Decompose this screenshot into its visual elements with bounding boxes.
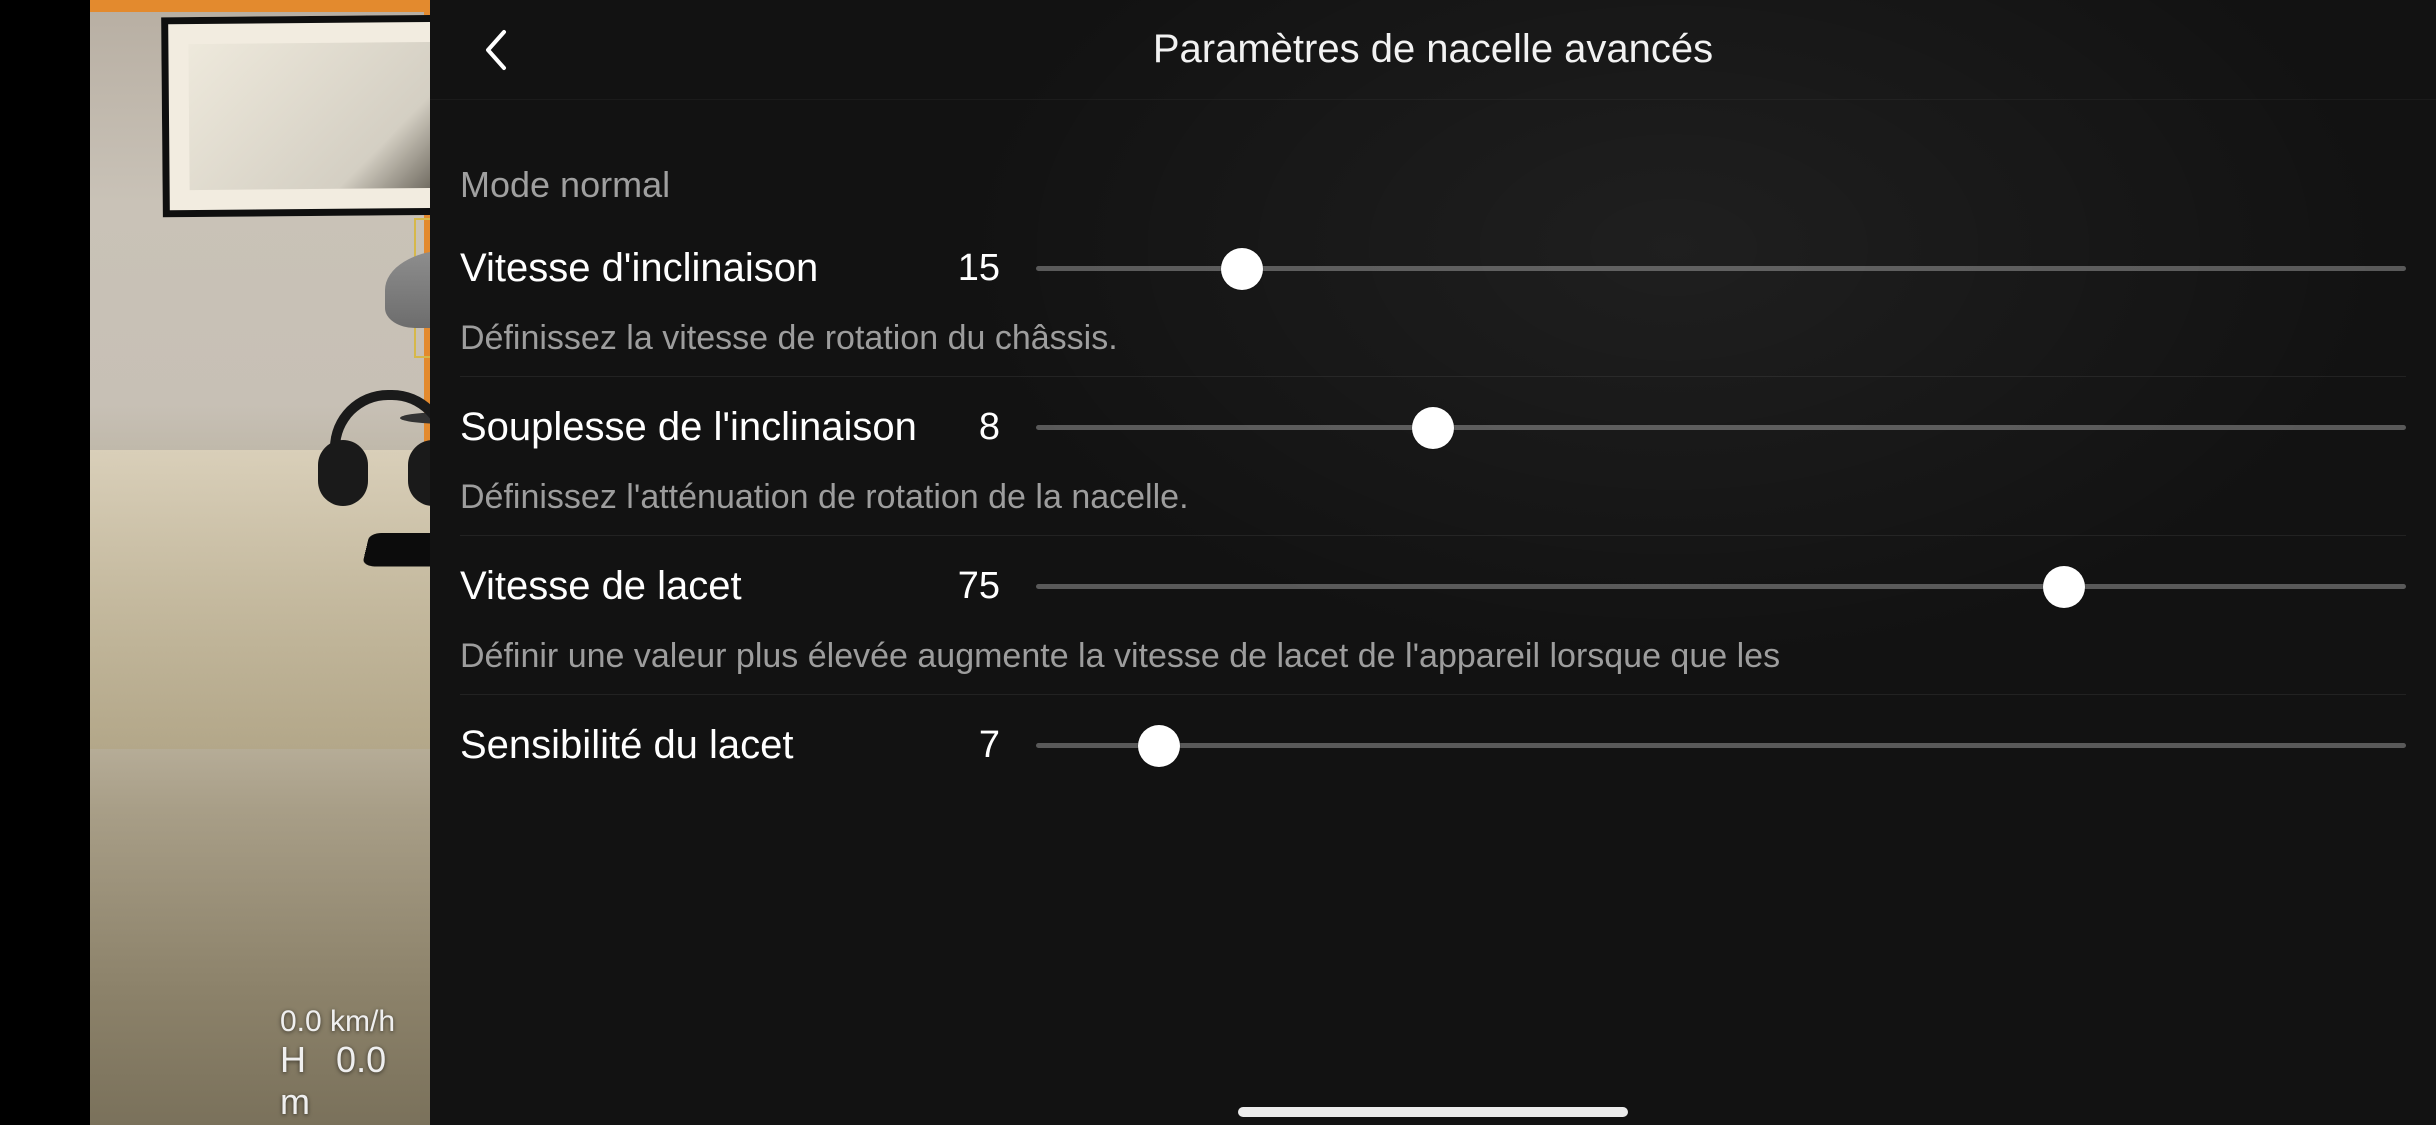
slider-thumb[interactable] bbox=[1221, 248, 1263, 290]
setting-label: Sensibilité du lacet bbox=[460, 723, 920, 768]
slider-tilt-speed[interactable] bbox=[1036, 249, 2406, 289]
setting-label: Souplesse de l'inclinaison bbox=[460, 405, 920, 450]
room-wall-frame bbox=[161, 15, 430, 218]
camera-preview: 0.0 km/h H 0.0 m 0.0 D - - bbox=[90, 0, 430, 1125]
slider-yaw-sensitivity[interactable] bbox=[1036, 726, 2406, 766]
room-headset bbox=[310, 390, 430, 510]
setting-row-yaw-speed: Vitesse de lacet 75 bbox=[430, 536, 2436, 637]
telemetry-speed: 0.0 km/h bbox=[280, 1005, 406, 1039]
settings-title: Paramètres de nacelle avancés bbox=[430, 27, 2436, 72]
slider-thumb[interactable] bbox=[1412, 407, 1454, 449]
settings-panel: Paramètres de nacelle avancés Mode norma… bbox=[430, 0, 2436, 1125]
setting-label: Vitesse d'inclinaison bbox=[460, 246, 920, 291]
settings-header: Paramètres de nacelle avancés bbox=[430, 0, 2436, 100]
warning-bar-top bbox=[90, 0, 430, 12]
setting-row-tilt-smoothness: Souplesse de l'inclinaison 8 bbox=[430, 377, 2436, 478]
section-label: Mode normal bbox=[430, 100, 2436, 218]
setting-value: 15 bbox=[944, 247, 1000, 290]
slider-yaw-speed[interactable] bbox=[1036, 567, 2406, 607]
room-mousepad bbox=[362, 533, 430, 566]
slider-thumb[interactable] bbox=[1138, 725, 1180, 767]
home-indicator[interactable] bbox=[1238, 1107, 1628, 1117]
setting-value: 7 bbox=[944, 724, 1000, 767]
telemetry-bar: 0.0 km/h H 0.0 m 0.0 D - - bbox=[180, 1055, 430, 1125]
back-button[interactable] bbox=[474, 27, 520, 73]
setting-label: Vitesse de lacet bbox=[460, 564, 920, 609]
setting-desc: Définissez la vitesse de rotation du châ… bbox=[430, 319, 2436, 376]
setting-row-yaw-sensitivity: Sensibilité du lacet 7 bbox=[430, 695, 2436, 796]
setting-row-tilt-speed: Vitesse d'inclinaison 15 bbox=[430, 218, 2436, 319]
setting-desc: Définissez l'atténuation de rotation de … bbox=[430, 478, 2436, 535]
setting-value: 8 bbox=[944, 406, 1000, 449]
setting-desc: Définir une valeur plus élevée augmente … bbox=[430, 637, 2436, 694]
setting-value: 75 bbox=[944, 565, 1000, 608]
slider-thumb[interactable] bbox=[2043, 566, 2085, 608]
slider-tilt-smoothness[interactable] bbox=[1036, 408, 2406, 448]
telemetry-height-label: H bbox=[280, 1039, 306, 1080]
chevron-left-icon bbox=[482, 28, 512, 72]
